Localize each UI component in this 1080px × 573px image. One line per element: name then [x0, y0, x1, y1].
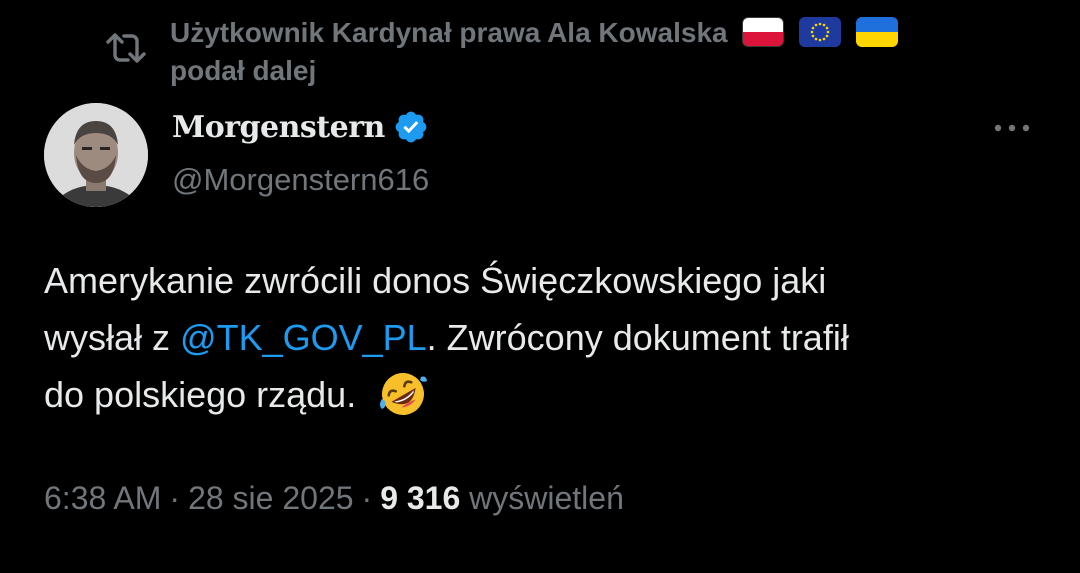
rolling-on-floor-laughing-emoji-icon — [378, 369, 428, 419]
tweet-text-line1: Amerykanie zwrócili donos Święczkowskieg… — [44, 260, 827, 301]
tweet-text-line2-end: . Zwrócony dokument trafił — [426, 317, 849, 358]
retweet-context[interactable]: Użytkownik Kardynał prawa Ala Kowalska p… — [104, 14, 1064, 90]
views-count[interactable]: 9 316 — [380, 480, 460, 516]
tweet-text-line3: do polskiego rządu. — [44, 374, 357, 415]
tweet-meta: 6:38 AM · 28 sie 2025 · 9 316 wyświetleń — [44, 480, 624, 517]
views-label: wyświetleń — [469, 480, 624, 516]
retweet-label[interactable]: Użytkownik Kardynał prawa Ala Kowalska p… — [170, 14, 1010, 90]
avatar[interactable] — [44, 103, 148, 207]
retweet-user-text[interactable]: Użytkownik Kardynał prawa Ala Kowalska — [170, 17, 728, 48]
tweet-text: Amerykanie zwrócili donos Święczkowskieg… — [44, 252, 1044, 423]
meta-separator: · — [169, 480, 181, 516]
meta-separator: · — [361, 480, 373, 516]
author-handle[interactable]: @Morgenstern616 — [172, 162, 429, 198]
retweet-action-text: podał dalej — [170, 55, 317, 86]
retweet-icon — [104, 28, 148, 68]
eu-flag-icon — [799, 17, 842, 47]
author-info[interactable]: Morgenstern @Morgenstern616 — [172, 104, 429, 198]
author-display-name[interactable]: Morgenstern — [172, 110, 385, 145]
tweet-time[interactable]: 6:38 AM — [44, 480, 161, 516]
mention-link[interactable]: @TK_GOV_PL — [180, 317, 427, 358]
poland-flag-icon — [742, 17, 785, 47]
tweet-date[interactable]: 28 sie 2025 — [188, 480, 353, 516]
more-options-icon[interactable] — [992, 118, 1032, 138]
ukraine-flag-icon — [855, 17, 898, 47]
verified-badge-icon[interactable] — [393, 109, 429, 145]
tweet-text-line2-start: wysłał z — [44, 317, 181, 358]
